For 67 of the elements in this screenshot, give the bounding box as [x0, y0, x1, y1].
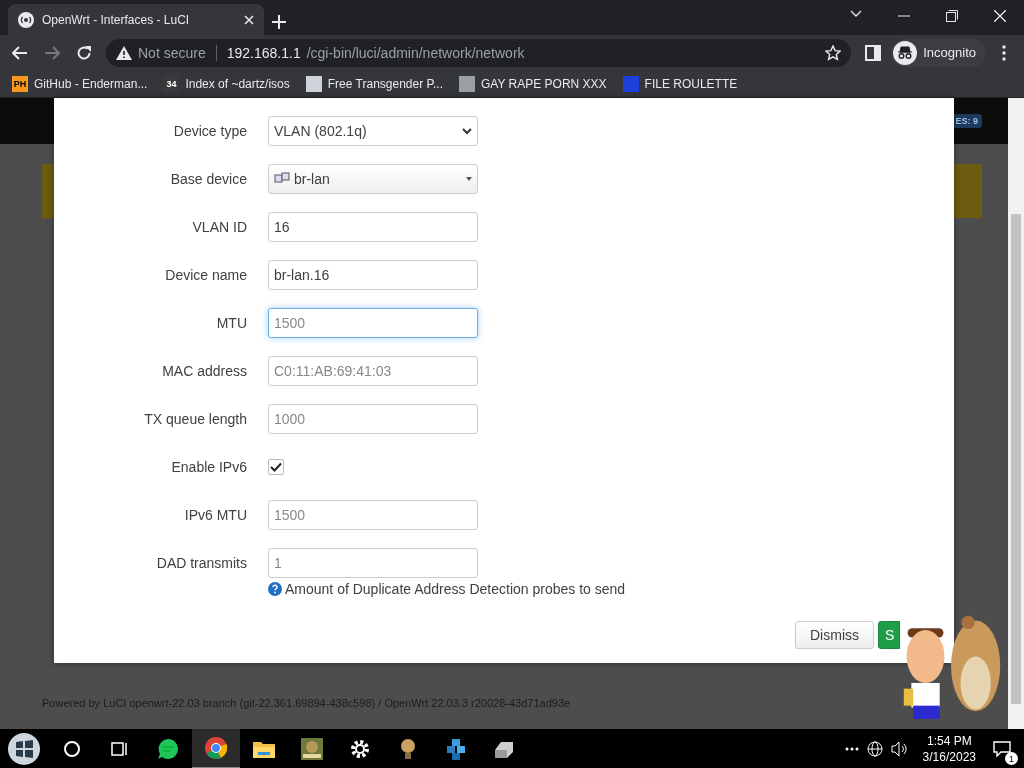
- text-field[interactable]: br-lan.16: [268, 260, 478, 290]
- help-icon: [268, 582, 282, 596]
- side-panel-icon[interactable]: [865, 44, 882, 61]
- field-label: Base device: [169, 171, 247, 187]
- cubes-icon: [444, 737, 468, 761]
- warning-icon: [116, 45, 132, 60]
- network-device-icon: [274, 172, 290, 186]
- notifications-icon[interactable]: [993, 741, 1011, 757]
- address-bar[interactable]: Not secure 192.168.1.1 /cgi-bin/luci/admin/network/network: [106, 38, 852, 67]
- restore-icon[interactable]: [946, 10, 958, 22]
- globe-icon[interactable]: [866, 741, 883, 757]
- start-icon[interactable]: [7, 732, 41, 766]
- incognito-button[interactable]: Incognito: [891, 38, 986, 67]
- reload-icon[interactable]: [76, 44, 92, 61]
- close-icon[interactable]: [244, 14, 254, 25]
- notification-count: 1: [1005, 752, 1018, 765]
- caret-icon: [466, 177, 472, 181]
- task-view-icon: [111, 741, 129, 757]
- search-circle-icon: [63, 740, 81, 758]
- bookmark[interactable]: Free Transgender P...: [305, 75, 443, 92]
- text-field[interactable]: 1000: [268, 404, 478, 434]
- chat-bubble-icon: [157, 738, 179, 760]
- field-label: DAD transmits: [155, 555, 247, 571]
- taskbar-app[interactable]: [192, 729, 240, 768]
- speaker-icon[interactable]: [890, 741, 909, 757]
- back-icon[interactable]: [12, 45, 28, 60]
- field-label: MTU: [215, 315, 247, 331]
- base-device-dropdown[interactable]: br-lan: [268, 164, 478, 194]
- scrollbar[interactable]: [1008, 98, 1024, 729]
- text-field[interactable]: 16: [268, 212, 478, 242]
- field-label: IPv6 MTU: [183, 507, 247, 523]
- close-icon[interactable]: [994, 10, 1006, 22]
- checkbox[interactable]: [268, 459, 284, 475]
- browser-tab[interactable]: OpenWrt - Interfaces - LuCI: [8, 4, 264, 35]
- bookmark[interactable]: PH GitHub - Enderman...: [12, 75, 148, 92]
- bookmark[interactable]: FILE ROULETTE: [622, 75, 738, 92]
- field-label: VLAN ID: [191, 219, 247, 235]
- menu-icon[interactable]: [1002, 44, 1006, 61]
- incognito-icon: [893, 40, 918, 65]
- field-label: TX queue length: [143, 411, 247, 427]
- text-field[interactable]: C0:11:AB:69:41:03: [268, 356, 478, 386]
- bookmark-favicon: PH: [12, 75, 28, 92]
- chrome-icon: [204, 736, 228, 760]
- help-text: Amount of Duplicate Address Detection probes to send: [285, 581, 626, 597]
- clock[interactable]: 1:54 PM 3/16/2023: [916, 734, 982, 764]
- new-tab-icon[interactable]: [272, 15, 286, 29]
- chevron-down-icon[interactable]: [850, 10, 862, 18]
- dismiss-button[interactable]: Dismiss: [795, 621, 874, 649]
- field-label: Device name: [164, 267, 247, 283]
- forward-icon[interactable]: [44, 45, 60, 60]
- bookmark[interactable]: 34 Index of ~dartz/isos: [163, 75, 290, 92]
- text-field[interactable]: 1: [268, 548, 478, 578]
- field-label: MAC address: [161, 363, 247, 379]
- text-field[interactable]: 1500: [268, 308, 478, 338]
- settings-icon: [349, 738, 371, 760]
- chevron-down-icon: [462, 127, 472, 135]
- text-field[interactable]: 1500: [268, 500, 478, 530]
- more-icon[interactable]: [844, 747, 859, 751]
- bookmark[interactable]: GAY RAPE PORN XXX: [458, 75, 607, 92]
- game-icon: [300, 737, 324, 761]
- wireless-icon: [18, 11, 34, 28]
- field-label: Enable IPv6: [170, 459, 247, 475]
- folder-icon: [252, 739, 276, 759]
- bookmark-favicon: 34: [163, 75, 180, 92]
- field-label: Device type: [172, 123, 247, 139]
- device-type-select[interactable]: VLAN (802.1q): [268, 116, 478, 146]
- star-icon[interactable]: [825, 44, 842, 61]
